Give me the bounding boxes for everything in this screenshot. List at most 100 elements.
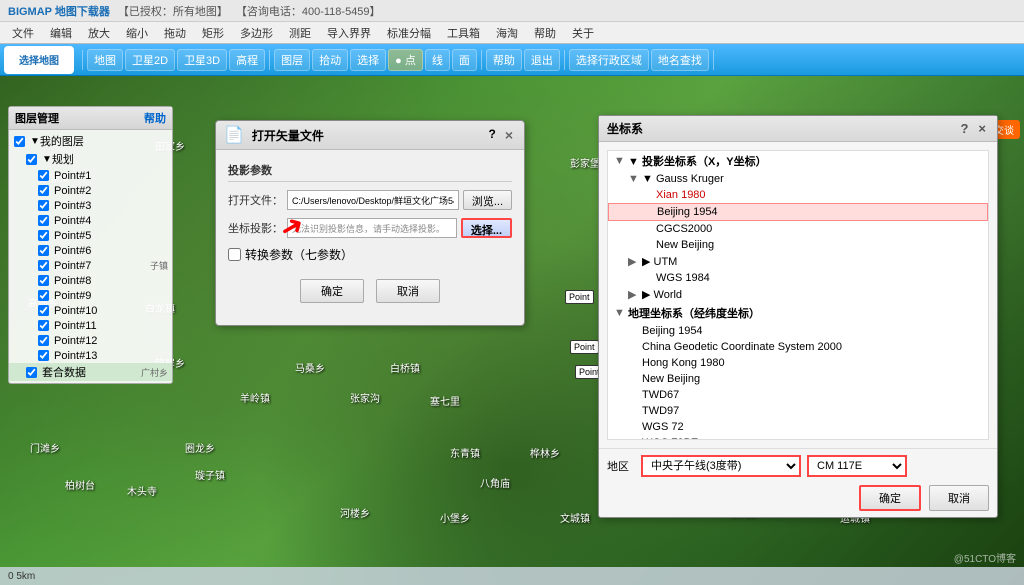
tree-world[interactable]: ▶ ▶ World — [608, 286, 988, 303]
tb-sat2d[interactable]: 卫星2D — [125, 49, 175, 71]
layer-point4[interactable]: Point#4 — [9, 213, 172, 228]
tree-geo-wgs72[interactable]: WGS 72 — [608, 419, 988, 435]
menu-rect[interactable]: 矩形 — [194, 23, 232, 43]
tree-xian-label: Xian 1980 — [656, 189, 706, 201]
tree-geo-twd67[interactable]: TWD67 — [608, 387, 988, 403]
layer-plan-check[interactable] — [26, 153, 37, 164]
layer-point13-check[interactable] — [38, 350, 49, 361]
map-label-quanlong: 圈龙乡 — [185, 440, 215, 455]
layer-my-layers[interactable]: ▼ 我的图层 — [9, 132, 172, 150]
region-value-select[interactable]: CM 117E CM 114E CM 120E — [807, 455, 907, 477]
coord-input[interactable] — [287, 218, 457, 238]
layer-point2-check[interactable] — [38, 185, 49, 196]
region-type-select[interactable]: 中央子午线(3度带) 中央子午线(6度带) — [641, 455, 801, 477]
layer-point5-check[interactable] — [38, 230, 49, 241]
layer-point7-check[interactable] — [38, 260, 49, 271]
tree-geo-china[interactable]: China Geodetic Coordinate System 2000 — [608, 339, 988, 355]
layer-point1-check[interactable] — [38, 170, 49, 181]
layer-point6[interactable]: Point#6 — [9, 243, 172, 258]
coord-title: 坐标系 — [607, 120, 643, 137]
layer-point8[interactable]: Point#8 — [9, 273, 172, 288]
vector-dialog-close[interactable]: × — [502, 127, 516, 143]
layer-point3-check[interactable] — [38, 200, 49, 211]
vector-dialog-help-icon[interactable]: ? — [488, 127, 495, 143]
layer-combine[interactable]: 套合数据 广村乡 — [9, 363, 172, 381]
layer-point4-check[interactable] — [38, 215, 49, 226]
tree-gauss-kruger[interactable]: ▼ ▼ Gauss Kruger — [608, 171, 988, 187]
tree-geo-hk[interactable]: Hong Kong 1980 — [608, 355, 988, 371]
menu-polygon[interactable]: 多边形 — [232, 23, 281, 43]
tb-area[interactable]: 面 — [452, 49, 477, 71]
vector-confirm-button[interactable]: 确定 — [300, 279, 364, 303]
tree-xian1980[interactable]: Xian 1980 — [608, 187, 988, 203]
file-path-input[interactable] — [287, 190, 459, 210]
coord-confirm-button[interactable]: 确定 — [859, 485, 921, 511]
coord-help-icon[interactable]: ? — [957, 121, 971, 136]
layer-point10-check[interactable] — [38, 305, 49, 316]
menu-edit[interactable]: 编辑 — [42, 23, 80, 43]
layer-point12-check[interactable] — [38, 335, 49, 346]
menu-pan[interactable]: 拖动 — [156, 23, 194, 43]
menu-zoom-in[interactable]: 放大 — [80, 23, 118, 43]
tree-geographic-root[interactable]: ▼ 地理坐标系（经纬度坐标） — [608, 303, 988, 323]
tb-line[interactable]: 线 — [425, 49, 450, 71]
tb-layer[interactable]: 图层 — [274, 49, 310, 71]
layer-point3[interactable]: Point#3 — [9, 198, 172, 213]
tree-cgcs2000[interactable]: CGCS2000 — [608, 221, 988, 237]
panel-help[interactable]: 帮助 — [144, 110, 166, 126]
layer-point2[interactable]: Point#2 — [9, 183, 172, 198]
tb-select[interactable]: 选择 — [350, 49, 386, 71]
tree-beijing1954[interactable]: Beijing 1954 — [608, 203, 988, 221]
layer-point10[interactable]: Point#10 — [9, 303, 172, 318]
layer-point12[interactable]: Point#12 — [9, 333, 172, 348]
menu-tools[interactable]: 工具箱 — [439, 23, 488, 43]
tb-sat3d[interactable]: 卫星3D — [177, 49, 227, 71]
tree-utm[interactable]: ▶ ▶ UTM — [608, 253, 988, 270]
layer-point11-check[interactable] — [38, 320, 49, 331]
layer-my-layers-check[interactable] — [14, 135, 25, 146]
tree-geo-wgs72be[interactable]: WGS 72BE — [608, 435, 988, 440]
select-map-btn[interactable]: 选择地图 — [4, 46, 74, 74]
convert-params-check[interactable] — [228, 248, 241, 261]
coord-select-button[interactable]: 选择... — [461, 218, 512, 238]
coord-cancel-button[interactable]: 取消 — [929, 485, 989, 511]
layer-point7[interactable]: Point#7 子镇 — [9, 258, 172, 273]
menu-standard[interactable]: 标准分幅 — [379, 23, 439, 43]
layer-combine-check[interactable] — [26, 366, 37, 377]
menu-file[interactable]: 文件 — [4, 23, 42, 43]
layer-point13[interactable]: Point#13 — [9, 348, 172, 363]
tree-wgs1984[interactable]: WGS 1984 — [608, 270, 988, 286]
tb-map[interactable]: 地图 — [87, 49, 123, 71]
layer-point5[interactable]: Point#5 — [9, 228, 172, 243]
tree-geo-twd97[interactable]: TWD97 — [608, 403, 988, 419]
layer-point9-check[interactable] — [38, 290, 49, 301]
tb-drag[interactable]: 拾动 — [312, 49, 348, 71]
menu-about[interactable]: 关于 — [564, 23, 602, 43]
coord-close-icon[interactable]: × — [975, 121, 989, 136]
tree-geo-beijing[interactable]: Beijing 1954 — [608, 323, 988, 339]
tree-new-beijing[interactable]: New Beijing — [608, 237, 988, 253]
tb-elevation[interactable]: 高程 — [229, 49, 265, 71]
tb-help[interactable]: 帮助 — [486, 49, 522, 71]
layer-point1[interactable]: Point#1 — [9, 168, 172, 183]
menu-import[interactable]: 导入界界 — [319, 23, 379, 43]
layer-point6-check[interactable] — [38, 245, 49, 256]
tree-projected-root[interactable]: ▼ ▼ 投影坐标系（X，Y坐标） — [608, 151, 988, 171]
tb-point[interactable]: ● 点 — [388, 49, 423, 71]
menu-zoom-out[interactable]: 缩小 — [118, 23, 156, 43]
map-label-bajiao: 八角庙 — [480, 475, 510, 490]
tb-region-select[interactable]: 选择行政区域 — [569, 49, 649, 71]
vector-cancel-button[interactable]: 取消 — [376, 279, 440, 303]
menu-measure[interactable]: 测距 — [281, 23, 319, 43]
tb-quit[interactable]: 退出 — [524, 49, 560, 71]
tree-geo-newbeijing[interactable]: New Beijing — [608, 371, 988, 387]
menu-haitao[interactable]: 海淘 — [488, 23, 526, 43]
tb-place-search[interactable]: 地名查找 — [651, 49, 709, 71]
coord-tree[interactable]: ▼ ▼ 投影坐标系（X，Y坐标） ▼ ▼ Gauss Kruger Xian 1… — [607, 150, 989, 440]
layer-point11[interactable]: Point#11 — [9, 318, 172, 333]
layer-point8-check[interactable] — [38, 275, 49, 286]
browse-button[interactable]: 浏览... — [463, 190, 512, 210]
layer-point9[interactable]: Point#9 — [9, 288, 172, 303]
layer-plan[interactable]: ▼ 规划 — [9, 150, 172, 168]
menu-help[interactable]: 帮助 — [526, 23, 564, 43]
